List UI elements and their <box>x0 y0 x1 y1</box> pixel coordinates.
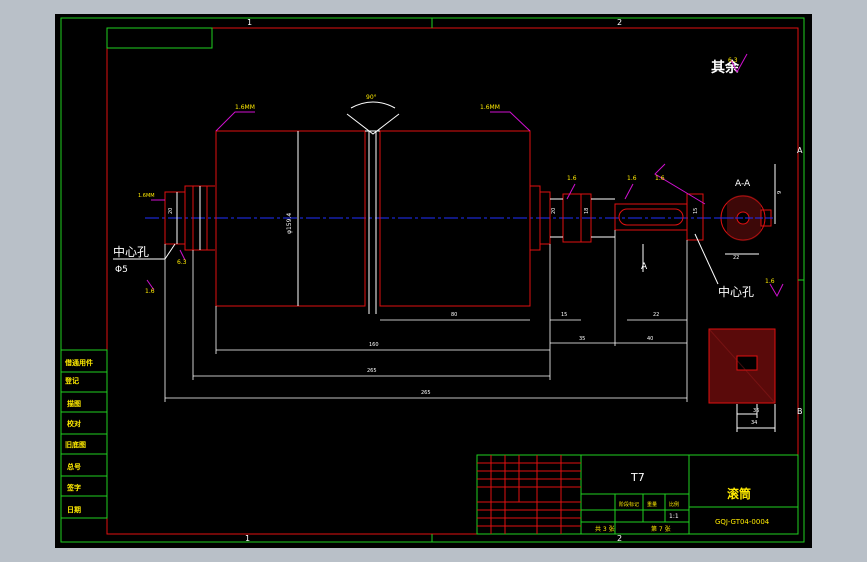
dim-right-journal-1: 20 <box>551 208 557 214</box>
dim-right-journal-3: 15 <box>693 208 699 214</box>
corner-box <box>106 27 213 49</box>
scale-label: 比例 <box>669 501 679 508</box>
roughness-6: 1.6 <box>567 175 577 182</box>
zone-label-right-a: A <box>797 146 803 155</box>
scale-value: 1:1 <box>669 513 679 520</box>
drawing-viewport[interactable]: 1 2 1 2 A B 其余 6.3 20 90° φ159.4 20 18 1… <box>55 14 812 548</box>
sheet-info: 共 3 张 <box>595 525 615 533</box>
side-row-5: 旧底图 <box>65 440 86 449</box>
dim-265: 265 <box>421 390 431 396</box>
stage-label: 阶段标记 <box>619 501 639 508</box>
dim-160: 160 <box>369 342 379 348</box>
roughness-5: 1.6 <box>627 175 637 182</box>
side-row-8: 日期 <box>67 505 81 514</box>
zone-label-right-b: B <box>797 407 803 416</box>
roughness-2: 1.6MM <box>480 104 500 111</box>
dim-section-2: 22 <box>733 255 739 261</box>
zone-label-top-2: 2 <box>617 18 622 27</box>
side-row-3: 描图 <box>67 399 81 408</box>
dim-80: 80 <box>451 312 457 318</box>
side-row-7: 签字 <box>66 483 81 492</box>
dim-right-journal-2: 18 <box>584 208 590 214</box>
dim-15: 15 <box>561 312 567 318</box>
dim-35: 35 <box>579 336 585 342</box>
dim-detail-2: 34 <box>751 420 757 426</box>
sheet-number: 第 7 张 <box>651 525 671 533</box>
dim-40: 40 <box>647 336 653 342</box>
center-hole-left-note: 中心孔 <box>113 244 149 259</box>
center-hole-right-note: 中心孔 <box>718 284 754 299</box>
zone-label-bottom-1: 1 <box>245 534 250 543</box>
dim-main-dia: φ159.4 <box>286 213 293 234</box>
side-row-6: 总号 <box>67 462 81 471</box>
roughness-4: 1.6 <box>655 175 665 182</box>
inner-border <box>106 27 799 535</box>
material: T7 <box>630 471 645 484</box>
outer-border <box>60 17 805 543</box>
drawing-canvas: 1 2 1 2 A B 其余 6.3 20 90° φ159.4 20 18 1… <box>60 17 805 543</box>
roughness-8: 1.6 <box>145 288 155 295</box>
zone-label-bottom-2: 2 <box>617 534 622 543</box>
side-row-2: 登记 <box>64 376 79 385</box>
roughness-7: 6.3 <box>177 259 187 266</box>
dim-left-journal: 20 <box>168 208 174 214</box>
dim-22: 22 <box>653 312 659 318</box>
zone-label-top-1: 1 <box>247 18 252 27</box>
svg-text:6.3: 6.3 <box>728 57 738 64</box>
dim-weld-angle: 90° <box>366 94 377 101</box>
roughness-3: 1.6MM <box>138 193 155 199</box>
drawing-number: GQJ-GT04-0004 <box>715 518 770 526</box>
roughness-1: 1.6MM <box>235 104 255 111</box>
dim-detail-1: 36 <box>753 408 759 414</box>
center-hole-left-size: Φ5 <box>115 265 128 275</box>
dimension-lines <box>164 230 688 402</box>
weight-label: 重量 <box>647 501 657 508</box>
center-hole-detail <box>708 328 776 404</box>
side-block <box>60 349 108 519</box>
section-marker: A <box>641 262 648 272</box>
section-label: A-A <box>735 179 751 189</box>
side-row-1: 借通用件 <box>64 358 93 367</box>
side-row-4: 校对 <box>67 419 81 428</box>
dim-265a: 265 <box>367 368 377 374</box>
weld-groove <box>346 101 400 135</box>
part-name: 滚筒 <box>727 486 751 501</box>
roughness-callouts <box>146 111 784 298</box>
dim-section-1: 9 <box>777 191 783 194</box>
roughness-9: 1.6 <box>765 278 775 285</box>
